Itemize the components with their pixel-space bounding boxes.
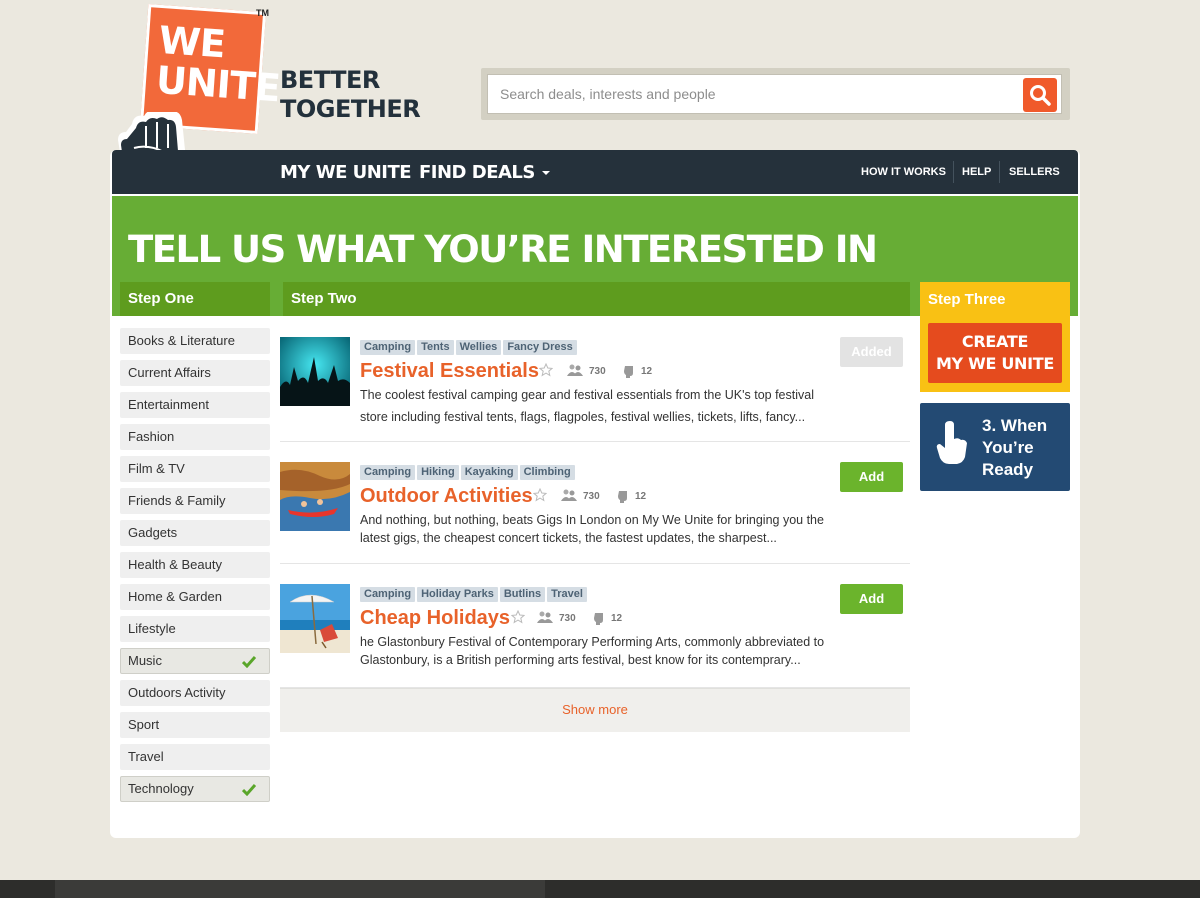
star-icon[interactable]: [533, 488, 547, 502]
search-bar: [481, 68, 1070, 120]
votes-count: 12: [641, 366, 653, 377]
interest-health-beauty[interactable]: Health & Beauty: [120, 552, 270, 578]
trademark-mark: TM: [256, 8, 269, 18]
nav-divider: [999, 161, 1000, 183]
members-icon: [537, 611, 553, 623]
search-input[interactable]: [487, 74, 1062, 114]
checkmark-icon: [242, 784, 256, 796]
deal-thumbnail-beach[interactable]: [280, 584, 350, 653]
slogan: BETTER TOGETHER: [280, 66, 421, 123]
nav-find-deals[interactable]: FIND DEALS: [419, 162, 550, 183]
interest-technology[interactable]: Technology: [120, 776, 270, 802]
interest-outdoors-activity[interactable]: Outdoors Activity: [120, 680, 270, 706]
when-ready-box: 3. When You’re Ready: [920, 403, 1070, 491]
nav-how-it-works[interactable]: HOW IT WORKS: [861, 166, 946, 178]
interest-books-literature[interactable]: Books & Literature: [120, 328, 270, 354]
logo-text: WE UNITE: [154, 17, 282, 111]
interest-home-garden[interactable]: Home & Garden: [120, 584, 270, 610]
tag[interactable]: Hiking: [417, 465, 459, 480]
tag[interactable]: Holiday Parks: [417, 587, 498, 602]
step-three-header: Step Three: [928, 291, 1006, 308]
deal-card: Camping Tents Wellies Fancy Dress Festival …: [280, 337, 910, 437]
interest-friends-family[interactable]: Friends & Family: [120, 488, 270, 514]
search-icon: [1030, 85, 1051, 106]
tag[interactable]: Butlins: [499, 587, 546, 602]
tag[interactable]: Travel: [547, 587, 587, 602]
votes-count: 12: [611, 613, 623, 624]
star-icon[interactable]: [539, 363, 553, 377]
pointing-hand-icon: [936, 421, 967, 464]
step-two-header: Step Two: [283, 282, 910, 316]
interest-film-tv[interactable]: Film & TV: [120, 456, 270, 482]
divider: [280, 563, 910, 564]
members-count: 730: [589, 366, 606, 377]
deal-description: he Glastonbury Festival of Contemporary …: [360, 635, 825, 667]
nav-help[interactable]: HELP: [962, 166, 991, 178]
step-three-box: Step Three CREATE MY WE UNITE: [920, 282, 1070, 392]
interest-lifestyle[interactable]: Lifestyle: [120, 616, 270, 642]
footer-tab: [55, 880, 545, 898]
tag[interactable]: Fancy Dress: [503, 340, 577, 355]
interest-current-affairs[interactable]: Current Affairs: [120, 360, 270, 386]
fist-vote-icon: [618, 491, 627, 503]
members-icon: [567, 364, 583, 376]
tag[interactable]: Camping: [360, 465, 416, 480]
add-button[interactable]: Add: [840, 584, 903, 614]
tag[interactable]: Camping: [360, 340, 416, 355]
tag[interactable]: Camping: [360, 587, 416, 602]
votes-count: 12: [635, 491, 647, 502]
fist-vote-icon: [594, 613, 603, 625]
footer-bar: [0, 880, 1200, 898]
deal-tags: Camping Tents Wellies Fancy Dress: [360, 337, 579, 355]
create-my-we-unite-button[interactable]: CREATE MY WE UNITE: [928, 323, 1062, 383]
nav-sellers[interactable]: SELLERS: [1009, 166, 1060, 178]
deal-card: Camping Hiking Kayaking Climbing Outdoor Ac…: [280, 462, 910, 562]
page-title: TELL US WHAT YOU’RE INTERESTED IN: [128, 228, 878, 271]
tag[interactable]: Climbing: [519, 465, 575, 480]
chevron-down-icon: [541, 171, 550, 175]
star-icon[interactable]: [511, 610, 525, 624]
members-icon: [561, 489, 577, 501]
deal-tags: Camping Hiking Kayaking Climbing: [360, 462, 577, 480]
deal-title[interactable]: Festival Essentials: [360, 360, 539, 383]
deal-thumbnail-concert[interactable]: [280, 337, 350, 406]
divider: [280, 441, 910, 442]
tag[interactable]: Wellies: [455, 340, 502, 355]
step-one-header: Step One: [120, 282, 270, 316]
interest-entertainment[interactable]: Entertainment: [120, 392, 270, 418]
deal-title[interactable]: Cheap Holidays: [360, 607, 510, 630]
show-more-button[interactable]: Show more: [280, 688, 910, 732]
nav-my-we-unite[interactable]: MY WE UNITE: [280, 162, 412, 183]
add-button[interactable]: Add: [840, 462, 903, 492]
deal-description: The coolest festival camping gear and fe…: [360, 388, 814, 424]
interest-fashion[interactable]: Fashion: [120, 424, 270, 450]
checkmark-icon: [242, 656, 256, 668]
tag[interactable]: Tents: [417, 340, 454, 355]
interest-music[interactable]: Music: [120, 648, 270, 674]
interest-travel[interactable]: Travel: [120, 744, 270, 770]
fist-vote-icon: [624, 366, 633, 378]
deal-tags: Camping Holiday Parks Butlins Travel: [360, 584, 589, 602]
when-ready-text: 3. When You’re Ready: [982, 416, 1048, 479]
deal-title[interactable]: Outdoor Activities: [360, 485, 533, 508]
deal-description: And nothing, but nothing, beats Gigs In …: [360, 513, 824, 545]
interest-gadgets[interactable]: Gadgets: [120, 520, 270, 546]
deal-card: Camping Holiday Parks Butlins Travel Cheap …: [280, 584, 910, 684]
added-button[interactable]: Added: [840, 337, 903, 367]
members-count: 730: [583, 491, 600, 502]
interest-sport[interactable]: Sport: [120, 712, 270, 738]
nav-divider: [953, 161, 954, 183]
top-navigation: MY WE UNITE FIND DEALS HOW IT WORKS HELP…: [112, 150, 1078, 194]
search-button[interactable]: [1023, 78, 1057, 112]
deal-thumbnail-kayak[interactable]: [280, 462, 350, 531]
members-count: 730: [559, 613, 576, 624]
tag[interactable]: Kayaking: [460, 465, 518, 480]
